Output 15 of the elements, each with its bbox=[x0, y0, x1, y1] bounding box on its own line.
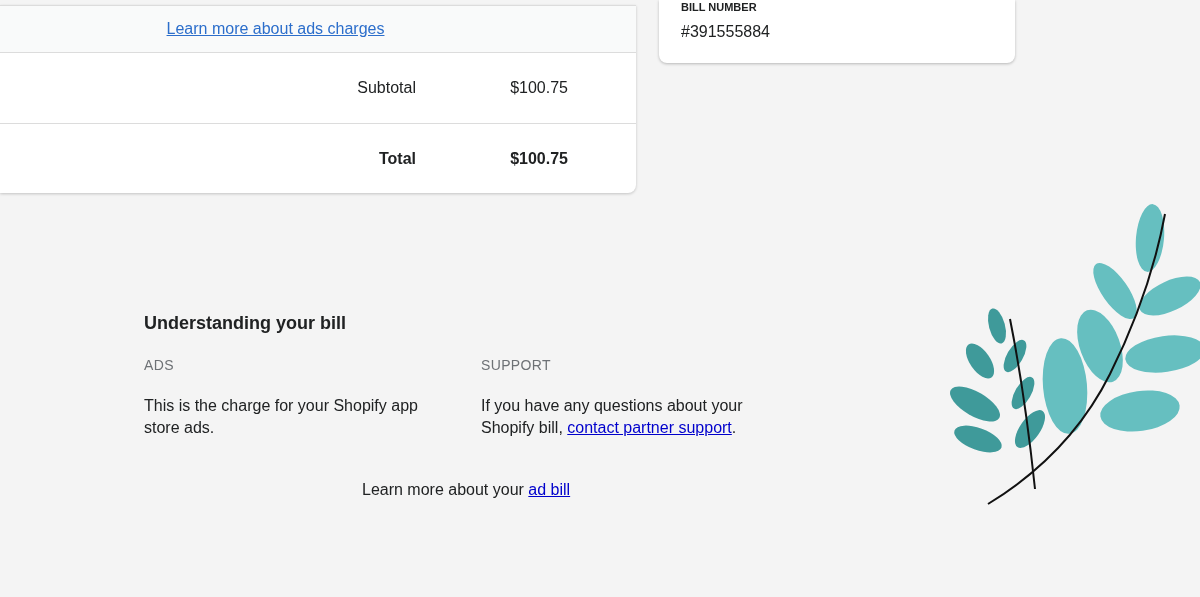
bill-number-label: BILL NUMBER bbox=[681, 1, 758, 13]
row-amount: $100.75 bbox=[509, 148, 568, 169]
section-title: Understanding your bill bbox=[144, 312, 347, 335]
section-heading: SUPPORT bbox=[481, 356, 552, 375]
section-heading: ADS bbox=[144, 356, 175, 375]
row-label: Total bbox=[378, 148, 416, 169]
bill-number: #391555884 bbox=[681, 22, 771, 42]
ad-bill-link[interactable]: ad bill bbox=[528, 481, 571, 498]
section-text: This is the charge for your Shopify app store ads. bbox=[144, 396, 419, 438]
learn-more-link[interactable]: Learn more about ads charges bbox=[166, 17, 385, 41]
section-text: If you have any questions about your Shopify bill, contact partner support. bbox=[481, 396, 744, 438]
row-amount: $100.75 bbox=[509, 78, 568, 98]
support-link[interactable]: contact partner support bbox=[567, 419, 732, 436]
footer-text: Learn more about your ad bill bbox=[362, 480, 572, 500]
row-label: Subtotal bbox=[357, 78, 416, 98]
